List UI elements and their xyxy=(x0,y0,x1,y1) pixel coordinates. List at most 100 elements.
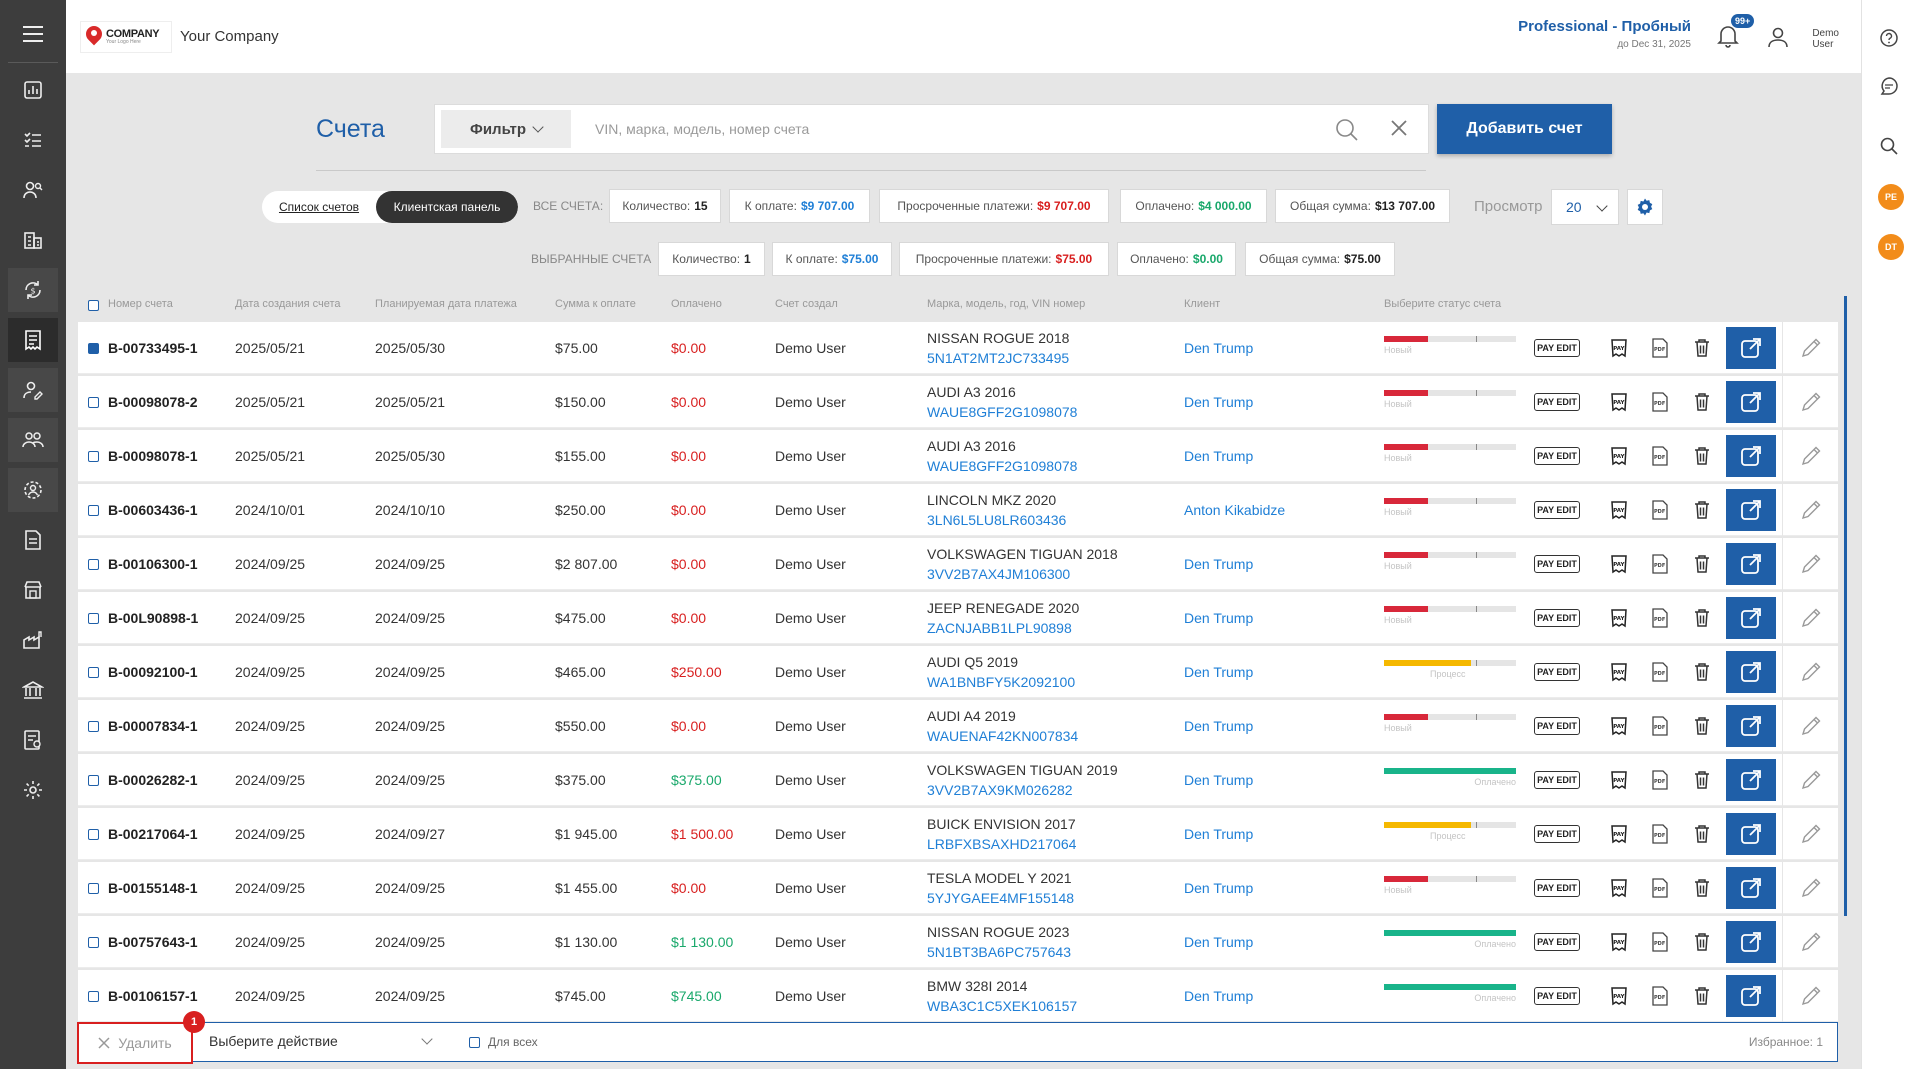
pay-receipt-icon[interactable]: PAY xyxy=(1609,338,1629,358)
vin-link[interactable]: WAUE8GFF2G1098078 xyxy=(927,456,1077,476)
pdf-icon[interactable]: PDF xyxy=(1651,716,1671,736)
company-logo[interactable]: COMPANY Your Logo Here xyxy=(80,21,172,53)
edit-pencil-icon[interactable] xyxy=(1782,646,1838,698)
checkbox[interactable] xyxy=(88,504,99,516)
invoice-number[interactable]: B-00106157-1 xyxy=(108,970,198,1022)
pdf-icon[interactable]: PDF xyxy=(1651,932,1671,952)
pay-receipt-icon[interactable]: PAY xyxy=(1609,878,1629,898)
page-size-select[interactable]: 20 xyxy=(1551,189,1619,225)
table-row[interactable]: B-00603436-1 2024/10/01 2024/10/10 $250.00 $… xyxy=(78,484,1838,536)
status-bar[interactable] xyxy=(1384,768,1516,774)
pdf-icon[interactable]: PDF xyxy=(1651,446,1671,466)
table-row[interactable]: B-00217064-1 2024/09/25 2024/09/27 $1 945.0… xyxy=(78,808,1838,860)
col-client[interactable]: Клиент xyxy=(1184,298,1220,310)
client-link[interactable]: Den Trump xyxy=(1184,430,1253,482)
trash-icon[interactable] xyxy=(1693,446,1713,466)
open-external-button[interactable] xyxy=(1726,327,1776,369)
status-bar[interactable] xyxy=(1384,606,1516,612)
row-checkbox-cell[interactable] xyxy=(88,322,99,374)
chat-icon[interactable] xyxy=(1879,76,1903,100)
invoice-number[interactable]: B-00098078-2 xyxy=(108,376,198,428)
trash-icon[interactable] xyxy=(1693,986,1713,1006)
user-avatar-icon[interactable] xyxy=(1767,26,1789,48)
team-icon[interactable] xyxy=(8,418,58,462)
trash-icon[interactable] xyxy=(1693,554,1713,574)
trash-icon[interactable] xyxy=(1693,932,1713,952)
client-link[interactable]: Den Trump xyxy=(1184,970,1253,1022)
close-icon[interactable] xyxy=(1390,119,1410,139)
invoice-number[interactable]: B-00733495-1 xyxy=(108,322,198,374)
checkbox[interactable] xyxy=(88,936,99,948)
apply-to-all[interactable]: Для всех xyxy=(469,1035,538,1049)
checkbox[interactable] xyxy=(88,882,99,894)
vin-link[interactable]: WA1BNBFY5K2092100 xyxy=(927,672,1075,692)
settings-gear-icon[interactable] xyxy=(8,768,58,812)
table-row[interactable]: B-00007834-1 2024/09/25 2024/09/25 $550.00 $… xyxy=(78,700,1838,752)
help-icon[interactable] xyxy=(1879,28,1903,52)
filter-button[interactable]: Фильтр xyxy=(441,110,571,148)
open-external-button[interactable] xyxy=(1726,975,1776,1017)
table-row[interactable]: B-00026282-1 2024/09/25 2024/09/25 $375.00 $… xyxy=(78,754,1838,806)
pay-receipt-icon[interactable]: PAY xyxy=(1609,392,1629,412)
pdf-icon[interactable]: PDF xyxy=(1651,554,1671,574)
invoice-number[interactable]: B-00757643-1 xyxy=(108,916,198,968)
vin-link[interactable]: 5YJYGAEE4MF155148 xyxy=(927,888,1074,908)
trash-icon[interactable] xyxy=(1693,824,1713,844)
open-external-button[interactable] xyxy=(1726,489,1776,531)
vin-link[interactable]: WAUENAF42KN007834 xyxy=(927,726,1078,746)
row-checkbox-cell[interactable] xyxy=(88,376,99,428)
trash-icon[interactable] xyxy=(1693,338,1713,358)
invoice-number[interactable]: B-00603436-1 xyxy=(108,484,198,536)
row-checkbox-cell[interactable] xyxy=(88,430,99,482)
checkbox[interactable] xyxy=(88,342,99,354)
status-bar[interactable] xyxy=(1384,930,1516,936)
payments-cycle-icon[interactable]: $ xyxy=(8,268,58,312)
edit-pencil-icon[interactable] xyxy=(1782,592,1838,644)
search-input[interactable] xyxy=(595,117,1335,141)
pay-receipt-icon[interactable]: PAY xyxy=(1609,770,1629,790)
table-row[interactable]: B-00106157-1 2024/09/25 2024/09/25 $745.00 $… xyxy=(78,970,1838,1022)
status-progress[interactable]: Новый xyxy=(1384,484,1516,536)
pay-receipt-icon[interactable]: PAY xyxy=(1609,824,1629,844)
edit-pencil-icon[interactable] xyxy=(1782,484,1838,536)
status-progress[interactable]: Новый xyxy=(1384,592,1516,644)
vin-link[interactable]: 3VV2B7AX9KM026282 xyxy=(927,780,1073,800)
user-settings-icon[interactable] xyxy=(8,468,58,512)
col-created[interactable]: Дата создания счета xyxy=(235,298,341,310)
open-external-button[interactable] xyxy=(1726,921,1776,963)
vin-link[interactable]: 5N1AT2MT2JC733495 xyxy=(927,348,1069,368)
pdf-icon[interactable]: PDF xyxy=(1651,338,1671,358)
col-paid[interactable]: Оплачено xyxy=(671,298,722,310)
vin-link[interactable]: ZACNJABB1LPL90898 xyxy=(927,618,1072,638)
status-progress[interactable]: Новый xyxy=(1384,700,1516,752)
dashboard-icon[interactable] xyxy=(8,68,58,112)
bank-icon[interactable] xyxy=(8,668,58,712)
action-select[interactable]: Выберите действие xyxy=(209,1033,439,1049)
open-external-button[interactable] xyxy=(1726,867,1776,909)
pay-edit-button[interactable]: PAY EDIT xyxy=(1534,501,1580,519)
pdf-icon[interactable]: PDF xyxy=(1651,878,1671,898)
status-bar[interactable] xyxy=(1384,984,1516,990)
status-bar[interactable] xyxy=(1384,336,1516,342)
pay-edit-button[interactable]: PAY EDIT xyxy=(1534,987,1580,1005)
row-checkbox-cell[interactable] xyxy=(88,484,99,536)
buildings-icon[interactable] xyxy=(8,218,58,262)
trash-icon[interactable] xyxy=(1693,770,1713,790)
pay-edit-button[interactable]: PAY EDIT xyxy=(1534,555,1580,573)
status-bar[interactable] xyxy=(1384,390,1516,396)
pay-edit-button[interactable]: PAY EDIT xyxy=(1534,933,1580,951)
status-progress[interactable]: Новый xyxy=(1384,322,1516,374)
user-edit-icon[interactable] xyxy=(8,368,58,412)
row-checkbox-cell[interactable] xyxy=(88,754,99,806)
invoice-number[interactable]: B-00007834-1 xyxy=(108,700,198,752)
pdf-icon[interactable]: PDF xyxy=(1651,392,1671,412)
checkbox[interactable] xyxy=(88,450,99,462)
client-link[interactable]: Den Trump xyxy=(1184,916,1253,968)
vin-link[interactable]: 5N1BT3BA6PC757643 xyxy=(927,942,1071,962)
trash-icon[interactable] xyxy=(1693,662,1713,682)
pay-edit-button[interactable]: PAY EDIT xyxy=(1534,879,1580,897)
client-link[interactable]: Anton Kikabidze xyxy=(1184,484,1285,536)
table-scrollbar[interactable] xyxy=(1844,296,1847,916)
rail-search-icon[interactable] xyxy=(1879,136,1903,160)
status-progress[interactable]: Новый xyxy=(1384,538,1516,590)
